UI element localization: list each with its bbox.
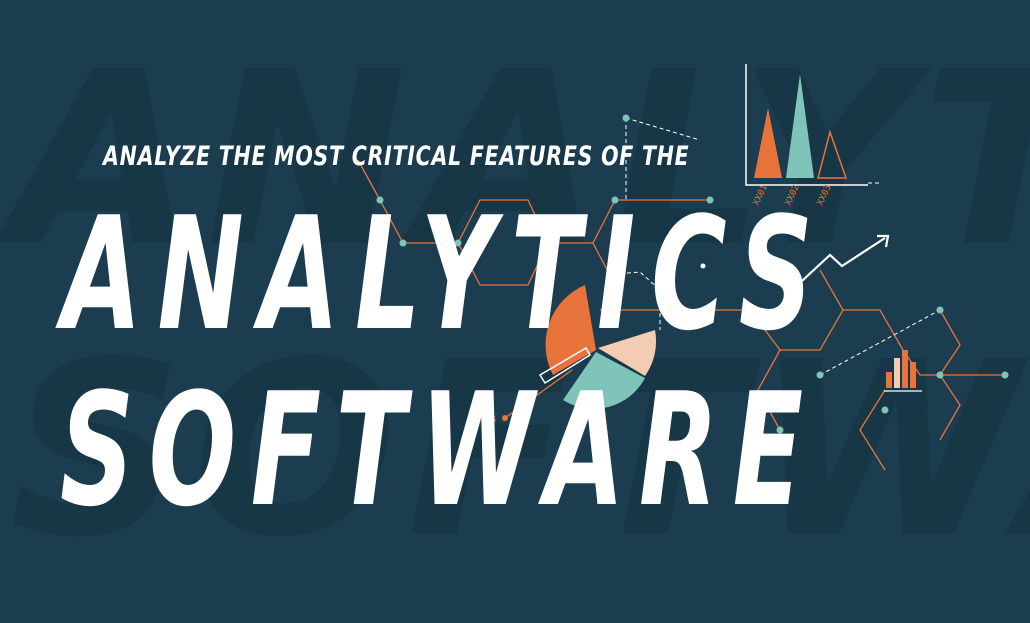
title-analytics: ANALYTICS [62, 183, 829, 365]
title-software: SOFTWARE [60, 359, 818, 541]
tagline: ANALYZE THE MOST CRITICAL FEATURES OF TH… [103, 141, 690, 172]
hero-banner: ANALYTIC SOFTWARE [0, 0, 1030, 623]
